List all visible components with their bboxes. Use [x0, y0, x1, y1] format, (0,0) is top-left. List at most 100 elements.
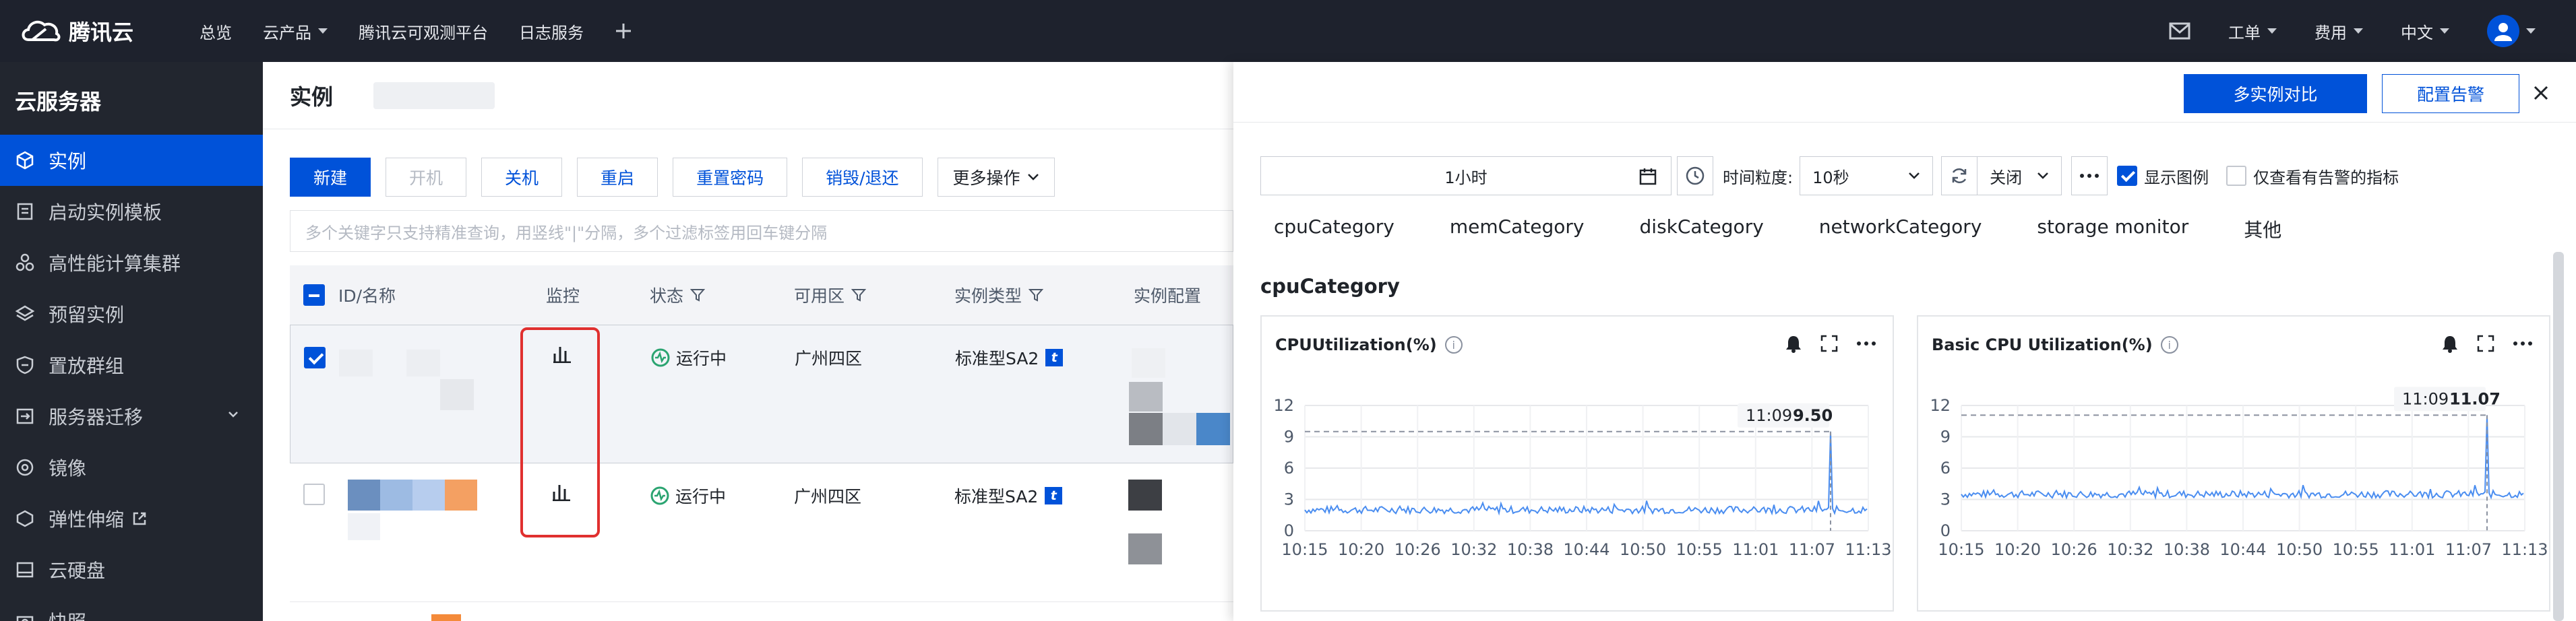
time-range-value: 1小时 — [1444, 168, 1488, 187]
close-icon[interactable] — [2533, 85, 2549, 101]
tab-disk-category[interactable]: diskCategory — [1640, 216, 1764, 242]
fullscreen-icon[interactable] — [2476, 334, 2495, 353]
disk-icon — [15, 560, 35, 580]
sidebar-item-snapshots[interactable]: 快照 — [0, 595, 263, 621]
drawer-scrollbar[interactable] — [2553, 252, 2564, 621]
granularity-select[interactable]: 10秒 — [1800, 156, 1934, 195]
caret-down-icon — [2526, 28, 2536, 34]
more-horizontal-icon[interactable] — [2513, 341, 2533, 346]
cpu-utilization-line-chart[interactable]: 12 9 6 3 010:15 10:20 10:26 10:32 10:38 10:44 10:5… — [1262, 377, 1893, 612]
instance-toolbar: 新建 开机 关机 重启 重置密码 销毁/退还 更多操作 — [290, 158, 1070, 197]
sidebar-item-placement-groups[interactable]: 置放群组 — [0, 339, 263, 391]
top-nav: 腾讯云 总览 云产品 腾讯云可观测平台 日志服务 工单 费用 中文 — [0, 0, 2576, 62]
tooltip-time: 11:09 — [1746, 406, 1792, 425]
tab-storage-monitor[interactable]: storage monitor — [2037, 216, 2188, 242]
start-button[interactable]: 开机 — [386, 158, 467, 197]
tencent-cloud-logo[interactable]: 腾讯云 — [0, 15, 168, 46]
row-checkbox[interactable] — [303, 484, 325, 505]
redacted-instance-id — [380, 480, 412, 511]
template-icon — [15, 201, 35, 222]
fullscreen-icon[interactable] — [1820, 334, 1839, 353]
tooltip-time: 11:09 — [2402, 389, 2449, 408]
new-instance-button[interactable]: 新建 — [290, 158, 371, 197]
more-actions-dropdown[interactable]: 更多操作 — [937, 158, 1055, 197]
zone-value: 广州四区 — [795, 349, 863, 368]
history-button[interactable] — [1677, 156, 1713, 195]
y-tick-label: 0 — [1284, 521, 1294, 540]
x-tick-label: 11:07 — [1789, 540, 1835, 559]
checkbox-checked — [304, 347, 326, 368]
granularity-value: 10秒 — [1812, 168, 1849, 187]
col-instance-type[interactable]: 实例类型 — [954, 265, 1044, 325]
tab-mem-category[interactable]: memCategory — [1450, 216, 1585, 242]
nav-products[interactable]: 云产品 — [263, 20, 328, 43]
col-monitor: 监控 — [546, 286, 580, 306]
instance-type-text: 标准型SA2 — [955, 349, 1039, 368]
tab-other[interactable]: 其他 — [2244, 216, 2281, 242]
sidebar-item-server-migration[interactable]: 服务器迁移 — [0, 391, 263, 442]
user-avatar-button[interactable] — [2487, 15, 2536, 47]
row-checkbox[interactable] — [304, 347, 326, 368]
nav-billing[interactable]: 费用 — [2314, 20, 2363, 43]
col-label: 可用区 — [794, 286, 845, 306]
tab-cpu-category[interactable]: cpuCategory — [1274, 216, 1394, 242]
info-icon[interactable]: i — [1444, 336, 1463, 354]
mail-button[interactable] — [2169, 22, 2190, 40]
redacted-instance-id — [445, 480, 477, 511]
nav-language[interactable]: 中文 — [2401, 20, 2449, 43]
instance-search-input[interactable]: 多个关键字只支持精准查询，用竖线"|"分隔，多个过滤标签用回车键分隔 — [290, 210, 1233, 252]
x-tick-label: 10:50 — [2276, 540, 2323, 559]
refresh-button[interactable] — [1941, 156, 1978, 195]
redacted-instance-id — [406, 350, 440, 377]
col-status[interactable]: 状态 — [650, 265, 706, 325]
brand-name: 腾讯云 — [69, 20, 134, 45]
nav-log-service[interactable]: 日志服务 — [519, 20, 584, 43]
instance-type-value: 标准型SA2 t — [955, 346, 1064, 370]
nav-label: 中文 — [2401, 23, 2433, 42]
tab-network-category[interactable]: networkCategory — [1819, 216, 1982, 242]
col-zone[interactable]: 可用区 — [794, 265, 867, 325]
more-horizontal-icon[interactable] — [1856, 341, 1876, 346]
restart-button[interactable]: 重启 — [577, 158, 658, 197]
time-range-picker[interactable]: 1小时 — [1260, 156, 1672, 195]
destroy-return-button[interactable]: 销毁/退还 — [802, 158, 923, 197]
configure-alarm-button[interactable]: 配置告警 — [2382, 74, 2519, 113]
sidebar-item-images[interactable]: 镜像 — [0, 442, 263, 493]
x-tick-label: 10:55 — [2333, 540, 2379, 559]
redacted-region-selector[interactable] — [373, 81, 495, 109]
table-row[interactable]: 运行中 广州四区 标准型SA2 t — [290, 325, 1233, 463]
show-legend-checkbox[interactable] — [2117, 166, 2138, 186]
info-icon[interactable]: i — [2160, 336, 2178, 354]
add-shortcut-button[interactable] — [615, 22, 632, 40]
multi-instance-compare-button[interactable]: 多实例对比 — [2184, 74, 2367, 113]
x-tick-label: 11:13 — [2501, 540, 2548, 559]
sidebar-item-launch-templates[interactable]: 启动实例模板 — [0, 186, 263, 237]
chart-card-basic-cpu-utilization: Basic CPU Utilization(%) i 12 9 6 3 0 10:15 10:… — [1917, 315, 2550, 612]
reset-password-button[interactable]: 重置密码 — [673, 158, 788, 197]
table-row[interactable]: 运行中 广州四区 标准型SA2 t — [290, 463, 1233, 602]
running-status-icon — [650, 486, 669, 505]
select-all-checkbox[interactable] — [303, 265, 325, 325]
running-status-icon — [651, 348, 670, 367]
alarm-only-label: 仅查看有告警的指标 — [2253, 168, 2399, 187]
bell-icon[interactable] — [1785, 334, 1802, 353]
nav-ticket[interactable]: 工单 — [2228, 20, 2277, 43]
shutdown-button[interactable]: 关机 — [481, 158, 563, 197]
redacted-instance-id — [431, 614, 461, 621]
redacted-instance-id — [339, 350, 373, 377]
alarm-only-checkbox[interactable] — [2226, 166, 2247, 186]
basic-cpu-utilization-line-chart[interactable]: 12 9 6 3 010:15 10:20 10:26 10:32 10:38 10:44 10:5… — [1918, 377, 2549, 612]
more-options-button[interactable] — [2071, 156, 2108, 195]
chart-title: CPUUtilization(%) i — [1275, 335, 1463, 354]
user-icon — [2494, 23, 2512, 41]
bell-icon[interactable] — [2441, 334, 2459, 353]
sidebar-item-hpc-cluster[interactable]: 高性能计算集群 — [0, 237, 263, 288]
nav-observability[interactable]: 腾讯云可观测平台 — [359, 20, 488, 43]
layers-icon — [15, 304, 35, 324]
sidebar-item-reserved-instances[interactable]: 预留实例 — [0, 288, 263, 339]
nav-overview[interactable]: 总览 — [200, 20, 232, 43]
sidebar-item-auto-scaling[interactable]: 弹性伸缩 — [0, 493, 263, 544]
sidebar-item-instances[interactable]: 实例 — [0, 135, 263, 186]
sidebar-item-cloud-disks[interactable]: 云硬盘 — [0, 544, 263, 595]
auto-refresh-select[interactable]: 关闭 — [1977, 156, 2062, 195]
